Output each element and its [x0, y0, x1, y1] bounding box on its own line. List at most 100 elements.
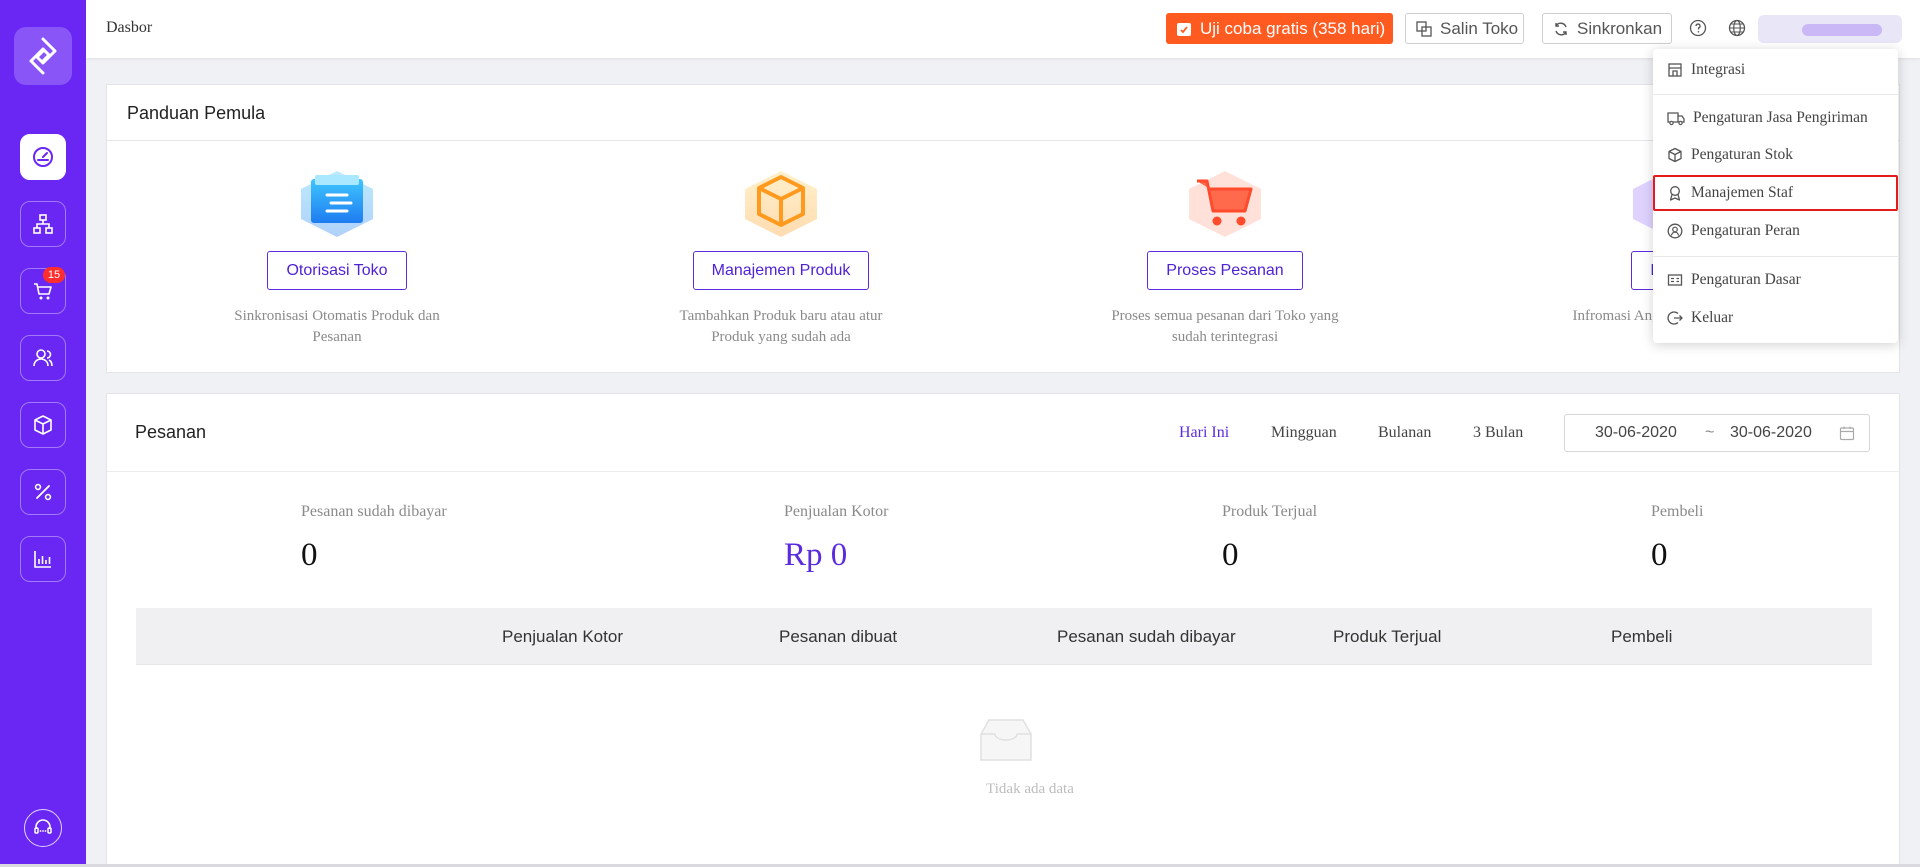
- percent-icon: [34, 483, 52, 501]
- date-from[interactable]: 30-06-2020: [1595, 424, 1677, 442]
- menu-stock-settings[interactable]: Pengaturan Stok: [1653, 137, 1898, 173]
- nav-promotions[interactable]: [20, 469, 66, 515]
- date-separator: ~: [1705, 424, 1715, 441]
- menu-role-settings[interactable]: Pengaturan Peran: [1653, 213, 1898, 249]
- product-box-illustration-icon: [741, 167, 821, 239]
- nav-orders[interactable]: 15: [20, 267, 66, 314]
- cart-illustration-icon: [1185, 167, 1265, 239]
- store-icon: [1668, 63, 1682, 77]
- period-3months[interactable]: 3 Bulan: [1473, 424, 1523, 442]
- copy-store-label: Salin Toko: [1440, 18, 1519, 38]
- menu-shipping-settings[interactable]: Pengaturan Jasa Pengiriman: [1653, 100, 1898, 136]
- top-bar: Dasbor Uji coba gratis (358 hari) Salin …: [86, 0, 1920, 58]
- help-icon: [1689, 19, 1707, 37]
- menu-staff-label: Manajemen Staf: [1691, 184, 1794, 201]
- orders-title: Pesanan: [135, 422, 207, 442]
- headset-icon: [34, 819, 52, 834]
- col-buyers: Pembeli: [1611, 627, 1673, 646]
- stat-buyers-label: Pembeli: [1651, 503, 1704, 520]
- period-today[interactable]: Hari Ini: [1179, 424, 1229, 442]
- nav-products[interactable]: [20, 402, 66, 448]
- avatar: [1802, 24, 1882, 36]
- truck-icon: [1667, 112, 1685, 126]
- col-orders-created: Pesanan dibuat: [779, 627, 898, 646]
- users-icon: [33, 349, 53, 367]
- menu-shipping-label: Pengaturan Jasa Pengiriman: [1693, 109, 1868, 126]
- box-icon: [34, 415, 52, 435]
- empty-text: Tidak ada data: [986, 781, 1074, 797]
- stat-paid-value: 0: [301, 537, 318, 573]
- org-chart-icon: [33, 214, 53, 234]
- menu-divider: [1653, 256, 1898, 257]
- process-orders-button[interactable]: Proses Pesanan: [1147, 251, 1303, 290]
- staff-badge-icon: [1669, 186, 1681, 201]
- user-dropdown-menu: Integrasi Pengaturan Jasa Pengiriman Pen…: [1653, 49, 1898, 343]
- logo-icon: [29, 37, 57, 75]
- sidebar: 15: [0, 0, 86, 867]
- store-auth-desc: Sinkronisasi Otomatis Produk dan Pesanan: [234, 308, 440, 345]
- menu-logout[interactable]: Keluar: [1653, 300, 1898, 336]
- guide-header: [107, 85, 1899, 141]
- stat-gross-label: Penjualan Kotor: [784, 503, 889, 520]
- stat-paid-label: Pesanan sudah dibayar: [301, 503, 447, 520]
- help-button[interactable]: [1688, 18, 1708, 38]
- period-monthly[interactable]: Bulanan: [1378, 424, 1431, 442]
- menu-integrasi[interactable]: Integrasi: [1653, 52, 1898, 88]
- process-orders-desc: Proses semua pesanan dari Toko yang suda…: [1111, 308, 1339, 345]
- menu-basic-label: Pengaturan Dasar: [1691, 271, 1801, 288]
- guide-item-process-orders: Proses Pesanan Proses semua pesanan dari…: [1095, 167, 1355, 348]
- nav-reports[interactable]: [20, 536, 66, 582]
- menu-stock-label: Pengaturan Stok: [1691, 146, 1794, 163]
- stat-gross-value: Rp 0: [784, 537, 848, 573]
- nav-customers[interactable]: [20, 335, 66, 381]
- calendar-icon: [1839, 426, 1855, 441]
- period-weekly[interactable]: Mingguan: [1271, 424, 1337, 442]
- calendar-check-icon: [1177, 22, 1191, 36]
- guide-title: Panduan Pemula: [127, 103, 266, 123]
- menu-integrasi-label: Integrasi: [1691, 61, 1746, 78]
- guide-item-store-auth: Otorisasi Toko Sinkronisasi Otomatis Pro…: [207, 167, 467, 348]
- user-menu-button[interactable]: [1758, 15, 1902, 43]
- menu-role-label: Pengaturan Peran: [1691, 222, 1800, 239]
- stat-buyers-value: 0: [1651, 537, 1668, 573]
- id-card-icon: [1667, 274, 1683, 286]
- col-orders-paid: Pesanan sudah dibayar: [1057, 627, 1236, 646]
- empty-inbox-icon: [980, 719, 1032, 761]
- logout-icon: [1667, 311, 1683, 325]
- cart-badge: 15: [43, 267, 65, 283]
- nav-dashboard[interactable]: [20, 134, 66, 180]
- dashboard-icon: [33, 147, 53, 167]
- col-products-sold: Produk Terjual: [1333, 627, 1442, 646]
- menu-staff-management[interactable]: Manajemen Staf: [1653, 175, 1898, 211]
- trial-button[interactable]: Uji coba gratis (358 hari): [1166, 13, 1393, 44]
- globe-icon: [1728, 19, 1746, 37]
- support-button[interactable]: [24, 809, 62, 847]
- menu-divider: [1653, 94, 1898, 95]
- date-to[interactable]: 30-06-2020: [1730, 424, 1812, 442]
- guide-item-product-mgmt: Manajemen Produk Tambahkan Produk baru a…: [651, 167, 911, 348]
- app-logo[interactable]: [14, 27, 72, 85]
- menu-logout-label: Keluar: [1691, 309, 1734, 326]
- language-button[interactable]: [1727, 18, 1747, 38]
- stat-sold-label: Produk Terjual: [1222, 503, 1318, 520]
- product-mgmt-button[interactable]: Manajemen Produk: [692, 251, 870, 290]
- sync-button[interactable]: Sinkronkan: [1542, 13, 1672, 44]
- date-range-picker[interactable]: 30-06-2020 ~ 30-06-2020: [1564, 414, 1870, 452]
- nav-store[interactable]: [20, 201, 66, 247]
- cart-icon: [34, 283, 52, 300]
- orders-divider: [107, 471, 1899, 472]
- beginner-guide-card: Panduan Pemula Otorisasi Toko Sinkronisa…: [106, 84, 1900, 373]
- menu-basic-settings[interactable]: Pengaturan Dasar: [1653, 262, 1898, 298]
- sync-icon: [1555, 22, 1567, 35]
- role-icon: [1667, 223, 1683, 239]
- store-auth-button[interactable]: Otorisasi Toko: [267, 251, 407, 290]
- table-header: Penjualan Kotor Pesanan dibuat Pesanan s…: [136, 608, 1872, 665]
- trial-label: Uji coba gratis (358 hari): [1200, 18, 1386, 38]
- store-illustration-icon: [297, 167, 377, 239]
- product-mgmt-desc: Tambahkan Produk baru atau atur Produk y…: [679, 308, 883, 345]
- copy-store-button[interactable]: Salin Toko: [1405, 13, 1524, 44]
- breadcrumb[interactable]: Dasbor: [106, 19, 152, 37]
- stat-sold-value: 0: [1222, 537, 1239, 573]
- copy-store-icon: [1416, 20, 1432, 37]
- box-icon: [1668, 147, 1682, 163]
